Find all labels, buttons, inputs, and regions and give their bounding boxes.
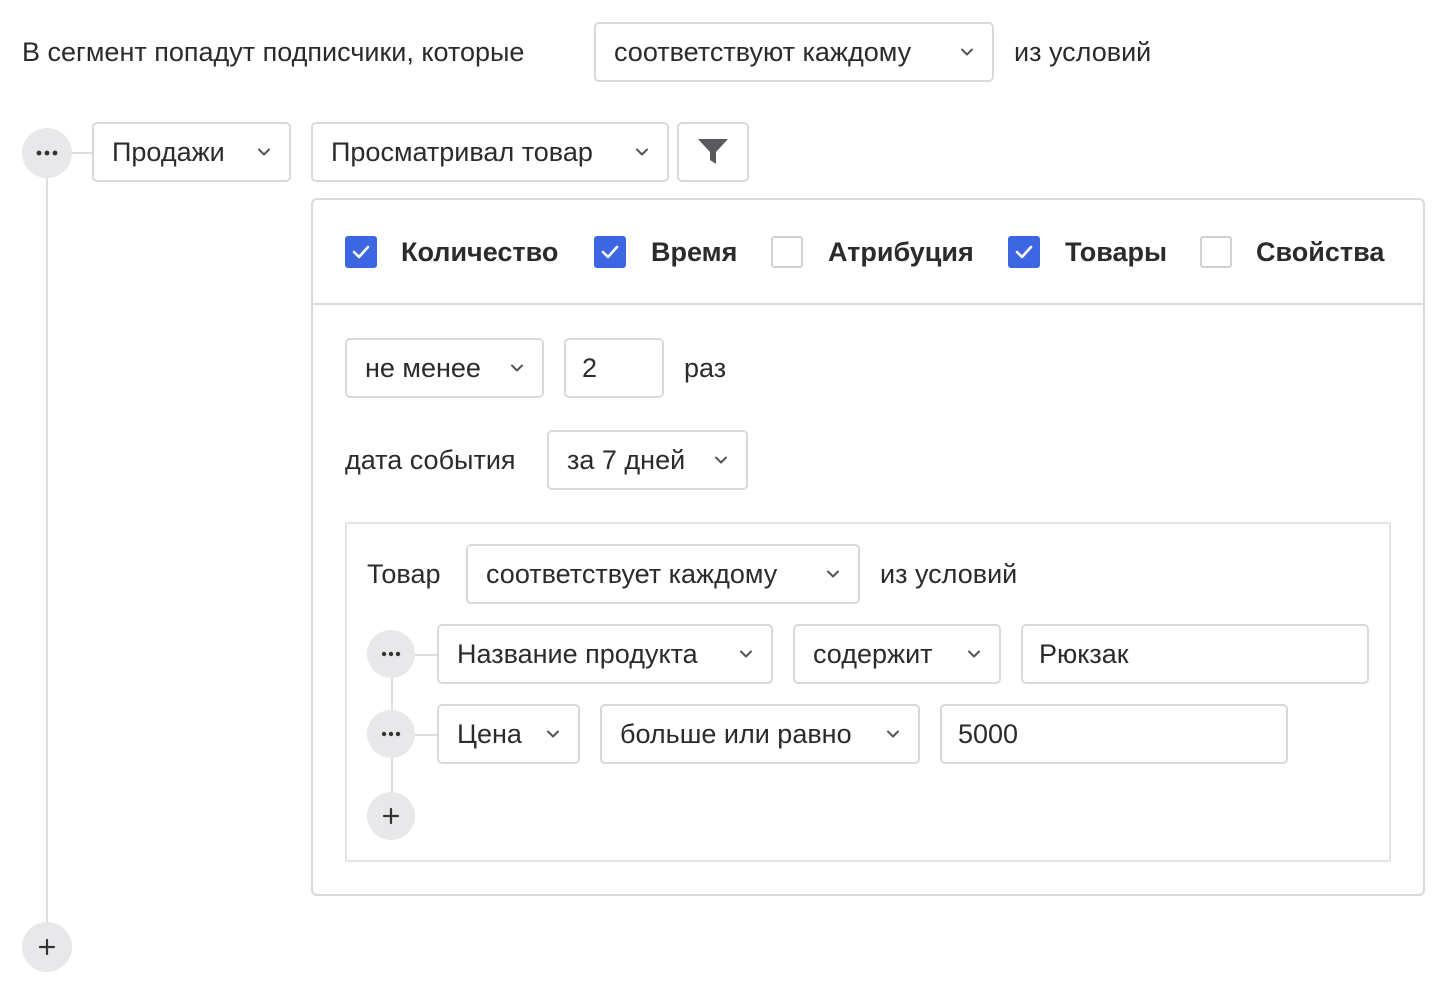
- condition-more-button[interactable]: [367, 710, 415, 758]
- quantity-unit-text: раз: [684, 353, 727, 383]
- checkbox-time[interactable]: [594, 236, 626, 268]
- condition-value-input[interactable]: 5000: [940, 704, 1288, 764]
- chevron-down-icon: [961, 48, 973, 56]
- match-mode-select[interactable]: соответствуют каждому: [594, 22, 994, 82]
- panel-divider: [313, 303, 1423, 305]
- condition-field-select[interactable]: Цена: [437, 704, 580, 764]
- period-value: за 7 дней: [567, 444, 686, 475]
- quantity-operator-select[interactable]: не менее: [345, 338, 544, 398]
- filter-button[interactable]: [677, 122, 749, 182]
- ellipsis-icon: [381, 731, 401, 737]
- checkbox-attribution-label: Атрибуция: [828, 237, 974, 267]
- quantity-count-value: 2: [582, 352, 598, 383]
- chevron-down-icon: [740, 650, 752, 658]
- chevron-down-icon: [827, 570, 839, 578]
- checkbox-properties[interactable]: [1200, 236, 1232, 268]
- checkbox-quantity-label: Количество: [401, 237, 559, 267]
- add-condition-button[interactable]: [367, 792, 415, 840]
- checkmark-icon: [352, 245, 370, 259]
- quantity-operator-value: не менее: [365, 352, 481, 383]
- chevron-down-icon: [887, 730, 899, 738]
- chevron-down-icon: [547, 730, 559, 738]
- checkbox-properties-label: Свойства: [1256, 237, 1385, 267]
- product-match-select[interactable]: соответствует каждому: [466, 544, 860, 604]
- plus-icon: [382, 807, 400, 825]
- checkbox-attribution[interactable]: [771, 236, 803, 268]
- rule-connector: [70, 152, 94, 154]
- condition-value-text: Рюкзак: [1039, 638, 1129, 669]
- funnel-icon: [698, 139, 728, 164]
- condition-field-value: Название продукта: [457, 638, 698, 669]
- condition-field-select[interactable]: Название продукта: [437, 624, 773, 684]
- category-select[interactable]: Продажи: [92, 122, 291, 182]
- condition-more-button[interactable]: [367, 630, 415, 678]
- condition-value-input[interactable]: Рюкзак: [1021, 624, 1369, 684]
- ellipsis-icon: [381, 651, 401, 657]
- chevron-down-icon: [511, 364, 523, 372]
- condition-value-text: 5000: [958, 718, 1019, 749]
- checkbox-time-label: Время: [651, 237, 738, 267]
- checkbox-products-label: Товары: [1065, 237, 1168, 267]
- condition-operator-value: больше или равно: [620, 718, 852, 749]
- ellipsis-icon: [36, 150, 58, 156]
- condition-operator-value: содержит: [813, 638, 933, 669]
- condition-operator-select[interactable]: содержит: [793, 624, 1001, 684]
- event-date-label: дата события: [345, 445, 516, 475]
- product-match-value: соответствует каждому: [486, 558, 778, 589]
- plus-icon: [38, 938, 56, 956]
- product-label: Товар: [367, 559, 441, 589]
- checkbox-products[interactable]: [1008, 236, 1040, 268]
- condition-connector: [414, 734, 439, 736]
- event-value: Просматривал товар: [331, 136, 593, 167]
- condition-connector: [414, 654, 439, 656]
- add-rule-button[interactable]: [22, 922, 72, 972]
- quantity-count-input[interactable]: 2: [564, 338, 664, 398]
- chevron-down-icon: [636, 148, 648, 156]
- event-select[interactable]: Просматривал товар: [311, 122, 669, 182]
- checkmark-icon: [1015, 245, 1033, 259]
- segment-suffix-text: из условий: [1014, 37, 1152, 67]
- match-mode-value: соответствуют каждому: [614, 36, 912, 67]
- condition-operator-select[interactable]: больше или равно: [600, 704, 920, 764]
- rule-more-button[interactable]: [22, 128, 72, 178]
- checkmark-icon: [601, 245, 619, 259]
- chevron-down-icon: [715, 456, 727, 464]
- category-value: Продажи: [112, 136, 225, 167]
- segment-prefix-text: В сегмент попадут подписчики, которые: [22, 37, 525, 67]
- chevron-down-icon: [258, 148, 270, 156]
- rule-tree-line: [46, 175, 48, 925]
- product-suffix-text: из условий: [880, 559, 1018, 589]
- checkbox-quantity[interactable]: [345, 236, 377, 268]
- period-select[interactable]: за 7 дней: [547, 430, 748, 490]
- chevron-down-icon: [968, 650, 980, 658]
- condition-field-value: Цена: [457, 718, 522, 749]
